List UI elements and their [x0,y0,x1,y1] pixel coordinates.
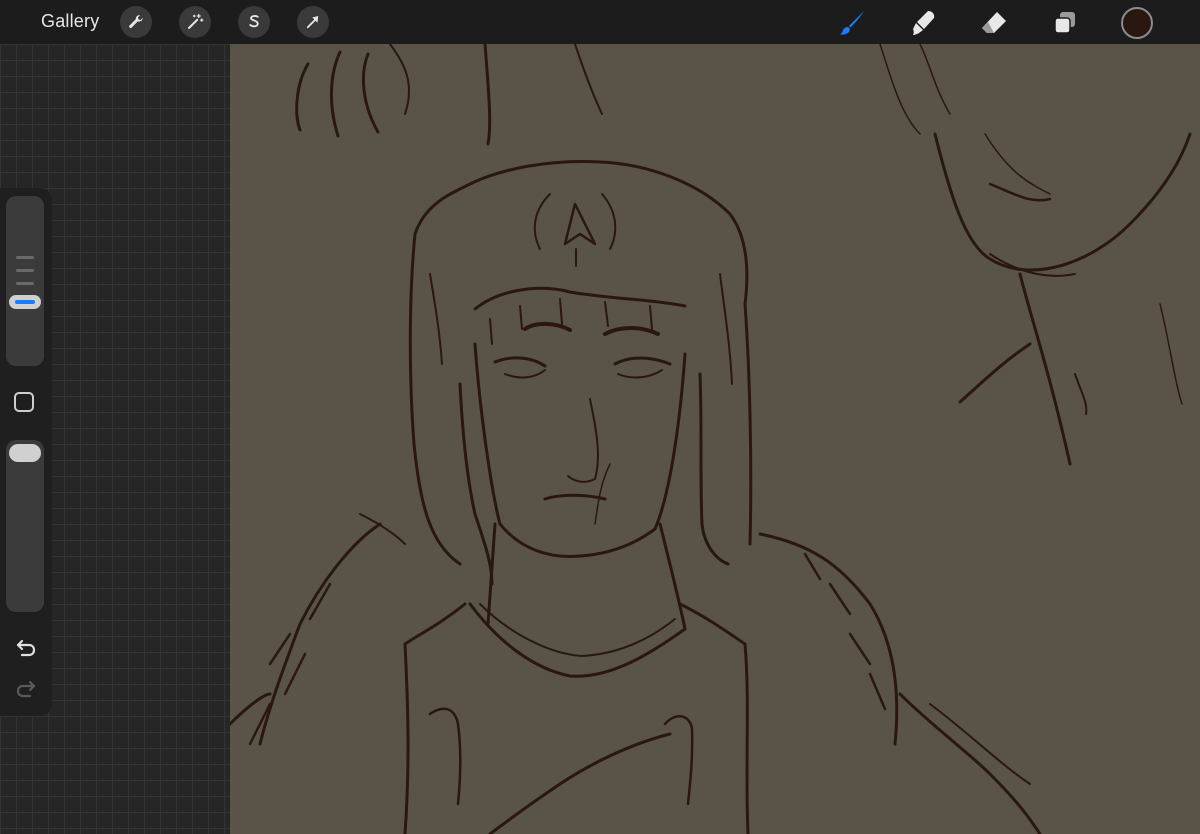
color-swatch-button[interactable] [1121,7,1153,39]
drawing-canvas[interactable] [230,44,1200,834]
layers-icon [1054,12,1075,34]
opacity-slider[interactable] [6,440,44,612]
size-tick [16,269,34,272]
smudge-icon [913,11,935,35]
brush-tool-button[interactable] [835,6,869,40]
smudge-tool-button[interactable] [906,6,940,40]
eraser-icon [982,12,1006,33]
actions-button[interactable] [120,6,152,38]
undo-icon [16,639,36,657]
selection-button[interactable] [238,6,270,38]
size-tick [16,256,34,259]
size-tick [16,282,34,285]
redo-button[interactable] [12,675,40,703]
transform-arrow-icon [306,16,319,29]
undo-button[interactable] [12,634,40,662]
wrench-icon [129,15,143,28]
transform-button[interactable] [297,6,329,38]
magic-wand-icon [188,13,204,29]
brush-size-slider[interactable] [6,196,44,366]
redo-icon [16,680,36,698]
brush-size-thumb[interactable] [9,295,41,309]
selection-s-icon [249,15,259,28]
sketch-artwork [230,44,1192,834]
left-sidebar [0,188,52,716]
top-toolbar: Gallery [0,0,1200,44]
adjustments-button[interactable] [179,6,211,38]
layers-button[interactable] [1048,6,1082,40]
eraser-tool-button[interactable] [977,6,1011,40]
opacity-thumb[interactable] [9,444,41,462]
modify-button[interactable] [14,392,34,412]
gallery-button[interactable]: Gallery [41,11,99,32]
brush-icon [840,11,864,35]
